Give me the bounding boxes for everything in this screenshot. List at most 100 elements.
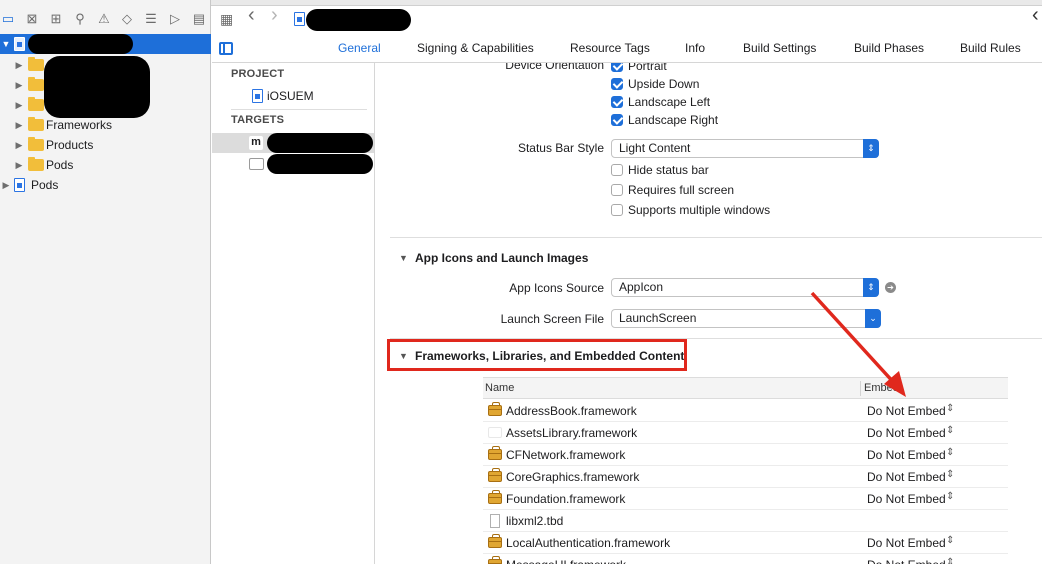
general-settings-editor: Device Orientation Portrait Upside Down … (376, 63, 1042, 564)
app-target-icon: m (249, 136, 263, 150)
group-row-frameworks[interactable]: ▶ Frameworks (0, 115, 211, 135)
tab-build-phases[interactable]: Build Phases (854, 41, 924, 55)
landscape-right-label: Landscape Right (628, 113, 719, 127)
embed-popup[interactable]: Do Not Embed (867, 404, 946, 418)
folder-icon (28, 77, 44, 91)
chevron-left-icon[interactable]: ‹ (1032, 5, 1039, 25)
redacted-breadcrumb[interactable] (306, 9, 411, 31)
project-file-icon (14, 37, 25, 51)
tab-build-settings[interactable]: Build Settings (743, 41, 816, 55)
sidebar-toggle-icon[interactable] (219, 42, 233, 55)
table-row[interactable]: LocalAuthentication.framework Do Not Embe… (483, 532, 1008, 554)
pods-project-row[interactable]: ▶ Pods (0, 175, 211, 195)
up-down-chevron-icon[interactable]: ⇕ (946, 425, 954, 436)
project-file-icon (252, 89, 263, 103)
back-arrow-icon[interactable]: ‹ (248, 5, 255, 25)
up-down-chevron-icon[interactable]: ⇕ (946, 535, 954, 546)
up-down-chevron-icon[interactable]: ⇕ (946, 469, 954, 480)
target-item-app[interactable]: m (212, 133, 374, 153)
disclosure-collapsed-icon[interactable]: ▶ (14, 55, 24, 75)
project-targets-list: PROJECT iOSUEM TARGETS m (212, 63, 375, 564)
issue-icon[interactable]: ⚠ (96, 11, 112, 27)
disclosure-collapsed-icon[interactable]: ▶ (14, 155, 24, 175)
embed-popup[interactable]: Do Not Embed (867, 558, 946, 564)
disclosure-collapsed-icon[interactable]: ▶ (14, 115, 24, 135)
report-icon[interactable]: ▤ (191, 11, 207, 27)
disclosure-expanded-icon[interactable]: ▼ (1, 34, 11, 54)
test-icon[interactable]: ◇ (119, 11, 135, 27)
table-row[interactable]: MessageUI.framework Do Not Embed⇕ (483, 554, 1008, 564)
popup-stepper-icon[interactable]: ⇕ (863, 139, 879, 158)
tab-info[interactable]: Info (685, 41, 705, 55)
framework-icon (488, 490, 502, 504)
name-column-header[interactable]: Name (485, 382, 514, 394)
table-row[interactable]: AddressBook.framework Do Not Embed ⇕ (483, 400, 1008, 422)
embed-popup[interactable]: Do Not Embed (867, 448, 946, 462)
app-icons-source-value: AppIcon (619, 280, 664, 294)
forward-arrow-icon[interactable]: › (271, 5, 278, 25)
disclosure-collapsed-icon[interactable]: ▶ (14, 95, 24, 115)
redacted-project-name (28, 34, 133, 54)
up-down-chevron-icon[interactable]: ⇕ (946, 447, 954, 458)
group-row-products[interactable]: ▶ Products (0, 135, 211, 155)
project-item[interactable]: iOSUEM (212, 86, 374, 106)
file-icon (490, 514, 500, 528)
divider (231, 109, 367, 110)
up-down-chevron-icon[interactable]: ⇕ (946, 557, 954, 564)
requires-full-screen-checkbox[interactable] (611, 184, 623, 196)
table-row[interactable]: AssetsLibrary.framework Do Not Embed ⇕ (483, 422, 1008, 444)
portrait-label: Portrait (628, 63, 667, 73)
group-row-pods[interactable]: ▶ Pods (0, 155, 211, 175)
section-divider (390, 237, 1042, 238)
framework-icon (488, 534, 502, 548)
tab-resource-tags[interactable]: Resource Tags (570, 41, 650, 55)
hide-status-bar-checkbox[interactable] (611, 164, 623, 176)
framework-name: libxml2.tbd (506, 514, 564, 528)
tab-signing-capabilities[interactable]: Signing & Capabilities (417, 41, 534, 55)
breakpoint-icon[interactable]: ▷ (167, 11, 183, 27)
embed-popup[interactable]: Do Not Embed (867, 470, 946, 484)
framework-name: AssetsLibrary.framework (506, 426, 638, 440)
landscape-right-checkbox[interactable] (611, 114, 623, 126)
framework-icon (488, 446, 502, 460)
embed-popup[interactable]: Do Not Embed (867, 536, 946, 550)
project-file-icon (14, 178, 25, 192)
annotation-arrow (810, 291, 906, 397)
folder-icon[interactable]: ▭ (0, 11, 16, 27)
status-bar-style-popup[interactable]: Light Content ⇕ (611, 139, 879, 158)
debug-icon[interactable]: ☰ (143, 11, 159, 27)
framework-name: Foundation.framework (506, 492, 626, 506)
table-row[interactable]: CFNetwork.framework Do Not Embed ⇕ (483, 444, 1008, 466)
annotation-highlight-box (387, 339, 687, 371)
up-down-chevron-icon[interactable]: ⇕ (946, 491, 954, 502)
navigator-toolbar: ▭ ⊠ ⊞ ⚲ ⚠ ◇ ☰ ▷ ▤ (0, 6, 211, 32)
source-control-icon[interactable]: ⊠ (24, 11, 40, 27)
tree-label: Pods (46, 158, 74, 172)
table-row[interactable]: libxml2.tbd (483, 510, 1008, 532)
find-icon[interactable]: ⚲ (72, 11, 88, 27)
table-row[interactable]: CoreGraphics.framework Do Not Embed ⇕ (483, 466, 1008, 488)
landscape-left-label: Landscape Left (628, 95, 711, 109)
up-down-chevron-icon[interactable]: ⇕ (946, 403, 954, 414)
app-icons-section-title[interactable]: App Icons and Launch Images (415, 251, 588, 265)
symbol-icon[interactable]: ⊞ (48, 11, 64, 27)
project-root-row[interactable]: ▼ (0, 34, 211, 54)
disclosure-collapsed-icon[interactable]: ▶ (14, 135, 24, 155)
landscape-left-checkbox[interactable] (611, 96, 623, 108)
upside-down-checkbox[interactable] (611, 78, 623, 90)
embed-popup[interactable]: Do Not Embed (867, 426, 946, 440)
embed-popup[interactable]: Do Not Embed (867, 492, 946, 506)
supports-multiple-windows-checkbox[interactable] (611, 204, 623, 216)
redacted-target-name (267, 154, 373, 174)
table-row[interactable]: Foundation.framework Do Not Embed ⇕ (483, 488, 1008, 510)
disclosure-collapsed-icon[interactable]: ▶ (1, 175, 11, 195)
disclosure-expanded-icon[interactable]: ▼ (399, 253, 408, 263)
tab-build-rules[interactable]: Build Rules (960, 41, 1021, 55)
framework-name: CFNetwork.framework (506, 448, 626, 462)
target-item-extension[interactable] (212, 154, 374, 174)
tab-general[interactable]: General (338, 41, 381, 55)
disclosure-collapsed-icon[interactable]: ▶ (14, 75, 24, 95)
portrait-checkbox[interactable] (611, 63, 623, 72)
related-items-icon[interactable]: ▦ (220, 12, 233, 26)
folder-icon (28, 57, 44, 71)
